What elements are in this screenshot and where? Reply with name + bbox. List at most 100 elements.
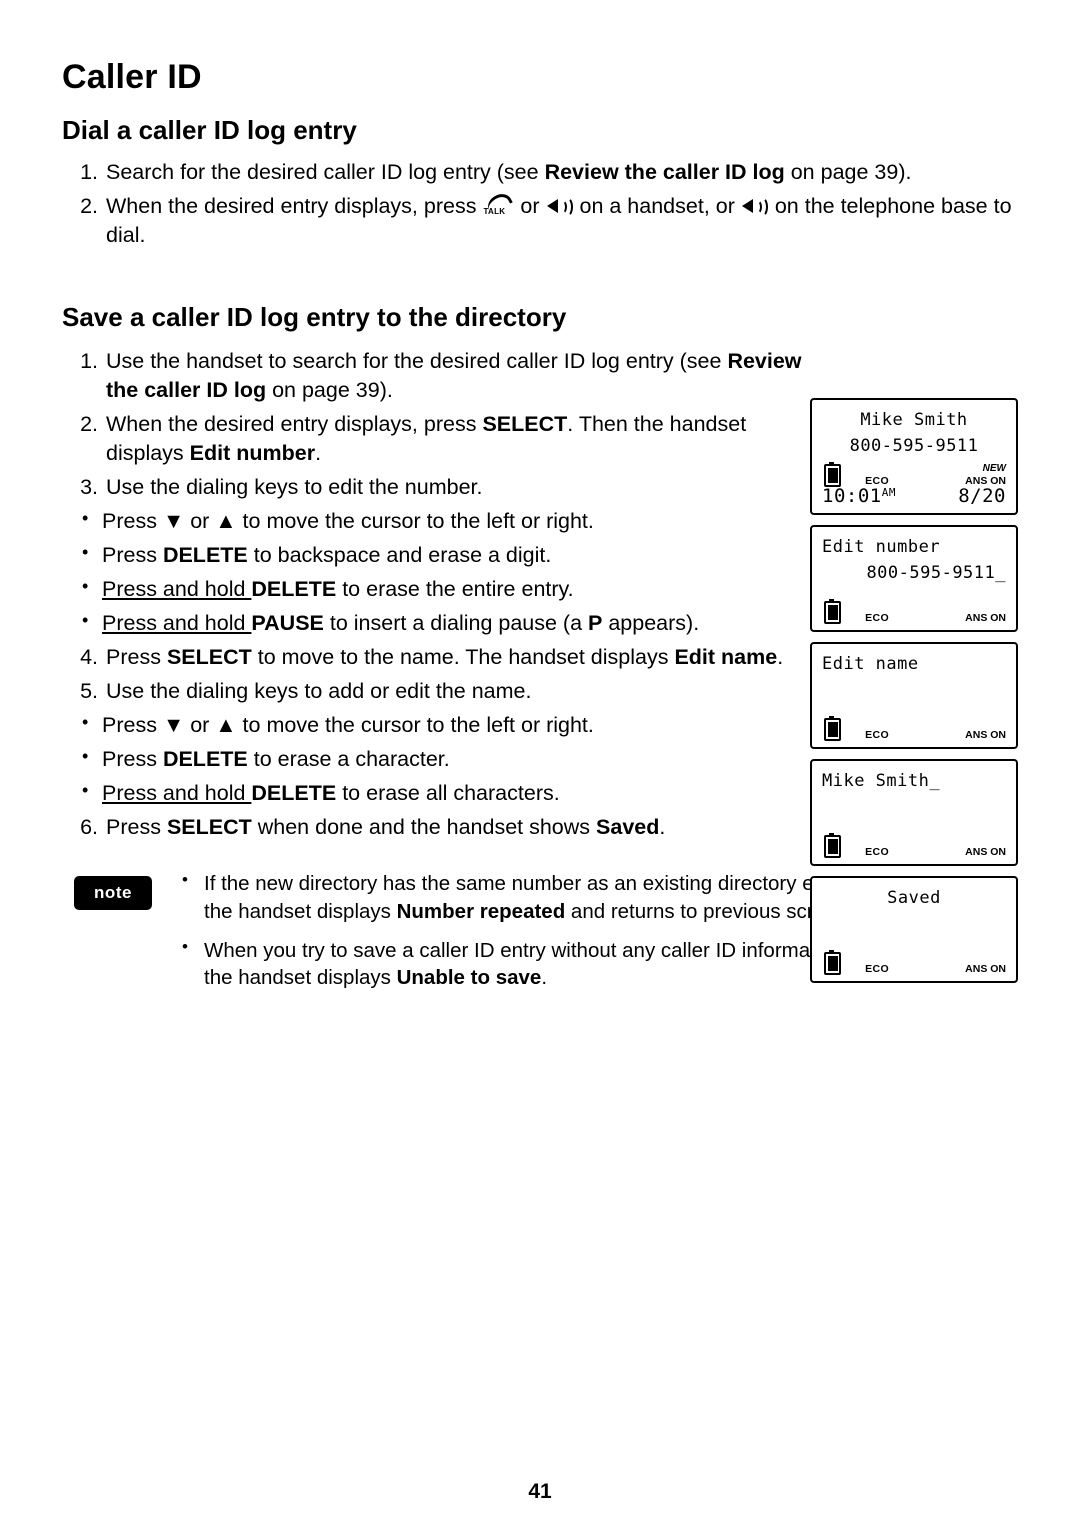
- talk-icon: TALK: [483, 189, 514, 217]
- page-title: Caller ID: [62, 58, 202, 96]
- list-item: 1. Search for the desired caller ID log …: [62, 158, 1018, 187]
- lcd-status-bar: ECO ANS ON: [822, 716, 1006, 741]
- ans-on-indicator: ANS ON: [965, 728, 1006, 741]
- step-text-part: on page 39).: [784, 160, 912, 184]
- lcd-edit-name-filled: Mike Smith_ ECO ANS ON: [810, 759, 1018, 866]
- lcd-line-number: 800-595-9511_: [866, 562, 1006, 583]
- step-number: 1.: [80, 160, 98, 184]
- lcd-saved: Saved ECO ANS ON: [810, 876, 1018, 983]
- battery-icon: [824, 716, 841, 741]
- speakerphone-icon: [741, 196, 768, 218]
- step-text-part: .: [659, 815, 666, 840]
- lcd-line-title: Edit number: [822, 537, 941, 557]
- status-right: NEW ANS ON: [965, 463, 1006, 487]
- bullet-text-part: Press: [102, 713, 163, 738]
- arrow-up-icon: ▲: [215, 509, 237, 534]
- section-heading-save: Save a caller ID log entry to the direct…: [62, 302, 567, 333]
- lcd-status-bar: ECO ANS ON: [822, 833, 1006, 858]
- dial-steps-list: 1. Search for the desired caller ID log …: [62, 158, 1018, 250]
- step-text-part: Use the dialing keys to add or edit the …: [106, 679, 532, 704]
- note-text-bold: Number repeated: [396, 899, 566, 923]
- section-heading-dial: Dial a caller ID log entry: [62, 115, 357, 145]
- bullet-text-part: to erase a character.: [247, 747, 450, 772]
- new-indicator: NEW: [982, 463, 1006, 475]
- note-text-part: .: [541, 966, 548, 990]
- step-number: 4.: [80, 645, 98, 670]
- lcd-screens-column: Mike Smith 800-595-9511 ECO NEW ANS ON 1…: [810, 398, 1020, 993]
- step-text-part: or: [514, 194, 546, 219]
- step-number: 1.: [80, 349, 98, 374]
- ans-on-indicator: ANS ON: [965, 962, 1006, 975]
- step-text-part: Use the handset to search for the desire…: [106, 349, 728, 374]
- note-block: note If the new directory has the same n…: [62, 869, 872, 992]
- eco-indicator: ECO: [865, 846, 890, 858]
- lcd-status-bar: ECO ANS ON: [822, 599, 1006, 624]
- bullet-text-part: Press and hold: [102, 611, 252, 636]
- step-text-bold: SELECT: [166, 815, 252, 840]
- step-text-part: on page 39).: [266, 378, 393, 403]
- lcd-line-name: Mike Smith: [860, 410, 968, 430]
- list-item: 2. When the desired entry displays, pres…: [62, 410, 802, 468]
- bullet-text-bold: DELETE: [162, 543, 248, 568]
- lcd-line-status: Saved: [887, 888, 941, 908]
- step-text-bold: Edit name: [674, 645, 778, 670]
- bullet-text-part: Press: [102, 747, 163, 772]
- battery-icon: [824, 833, 841, 858]
- bullet-text-bold: PAUSE: [251, 611, 324, 636]
- note-text-bold: Unable to save: [396, 966, 542, 990]
- bullet-text-part: to erase all characters.: [336, 781, 560, 806]
- list-item: 5. Use the dialing keys to add or edit t…: [62, 677, 802, 706]
- page-number: 41: [528, 1480, 552, 1503]
- list-item: 4. Press SELECT to move to the name. The…: [62, 643, 802, 672]
- bullet-text-bold: DELETE: [162, 747, 248, 772]
- bullet-text-part: to insert a dialing pause (a: [323, 611, 589, 636]
- step-number: 2.: [80, 412, 98, 437]
- lcd-line-number: 800-595-9511: [849, 435, 979, 456]
- bullet-text-part: or: [184, 713, 216, 738]
- list-item: 3. Use the dialing keys to edit the numb…: [62, 473, 802, 502]
- lcd-line-blank: [822, 795, 1006, 821]
- bullet-text-part: Press and hold: [102, 577, 252, 602]
- step-text-part: .: [315, 441, 322, 466]
- lcd-time-meridiem: AM: [881, 486, 896, 499]
- bullet-text-part: to move the cursor to the left or right.: [236, 713, 594, 738]
- eco-indicator: ECO: [865, 963, 890, 975]
- lcd-time-row: 10:01AM 8/20: [822, 485, 1006, 507]
- step-text-part: when done and the handset shows: [251, 815, 597, 840]
- save-steps-list: 1. Use the handset to search for the des…: [62, 347, 802, 502]
- lcd-edit-name-empty: Edit name ECO ANS ON: [810, 642, 1018, 749]
- step-text-part: .: [777, 645, 784, 670]
- list-item: 6. Press SELECT when done and the handse…: [62, 813, 802, 842]
- battery-icon: [824, 950, 841, 975]
- bullet-text-part: Press: [102, 509, 163, 534]
- lcd-line-blank: [822, 912, 1006, 938]
- manual-page: Caller ID Dial a caller ID log entry 1. …: [0, 0, 1080, 1532]
- lcd-status-bar: ECO NEW ANS ON: [822, 462, 1006, 487]
- list-item: If the new directory has the same number…: [172, 869, 872, 925]
- ans-on-indicator: ANS ON: [965, 845, 1006, 858]
- list-item: When you try to save a caller ID entry w…: [172, 936, 872, 992]
- lcd-caller-id-entry: Mike Smith 800-595-9511 ECO NEW ANS ON 1…: [810, 398, 1018, 515]
- step-text-part: Search for the desired caller ID log ent…: [106, 160, 545, 184]
- note-badge: note: [74, 876, 152, 911]
- battery-icon: [824, 599, 841, 624]
- arrow-down-icon: ▼: [162, 509, 185, 534]
- step-text-part: When the desired entry displays, press: [106, 194, 483, 219]
- speakerphone-icon: [546, 196, 573, 218]
- battery-icon: [824, 462, 841, 487]
- lcd-edit-number: Edit number 800-595-9511_ ECO ANS ON: [810, 525, 1018, 632]
- lcd-date: 8/20: [958, 485, 1006, 507]
- bullet-text-part: to backspace and erase a digit.: [247, 543, 552, 568]
- bullet-text-part: to erase the entire entry.: [336, 577, 574, 602]
- step-text-part: on a handset, or: [573, 194, 741, 219]
- lcd-time: 10:01AM: [822, 485, 896, 507]
- note-list: If the new directory has the same number…: [172, 869, 872, 992]
- bullet-text-part: appears).: [602, 611, 700, 636]
- bullet-text-part: to move the cursor to the left or right.: [236, 509, 594, 534]
- bullet-text-bold: P: [588, 611, 603, 636]
- step-text-part: Press: [106, 645, 167, 670]
- eco-indicator: ECO: [865, 729, 890, 741]
- step-text-bold: Review the caller ID log: [544, 160, 785, 184]
- step-number: 2.: [80, 194, 98, 219]
- step-text-part: Press: [106, 815, 167, 840]
